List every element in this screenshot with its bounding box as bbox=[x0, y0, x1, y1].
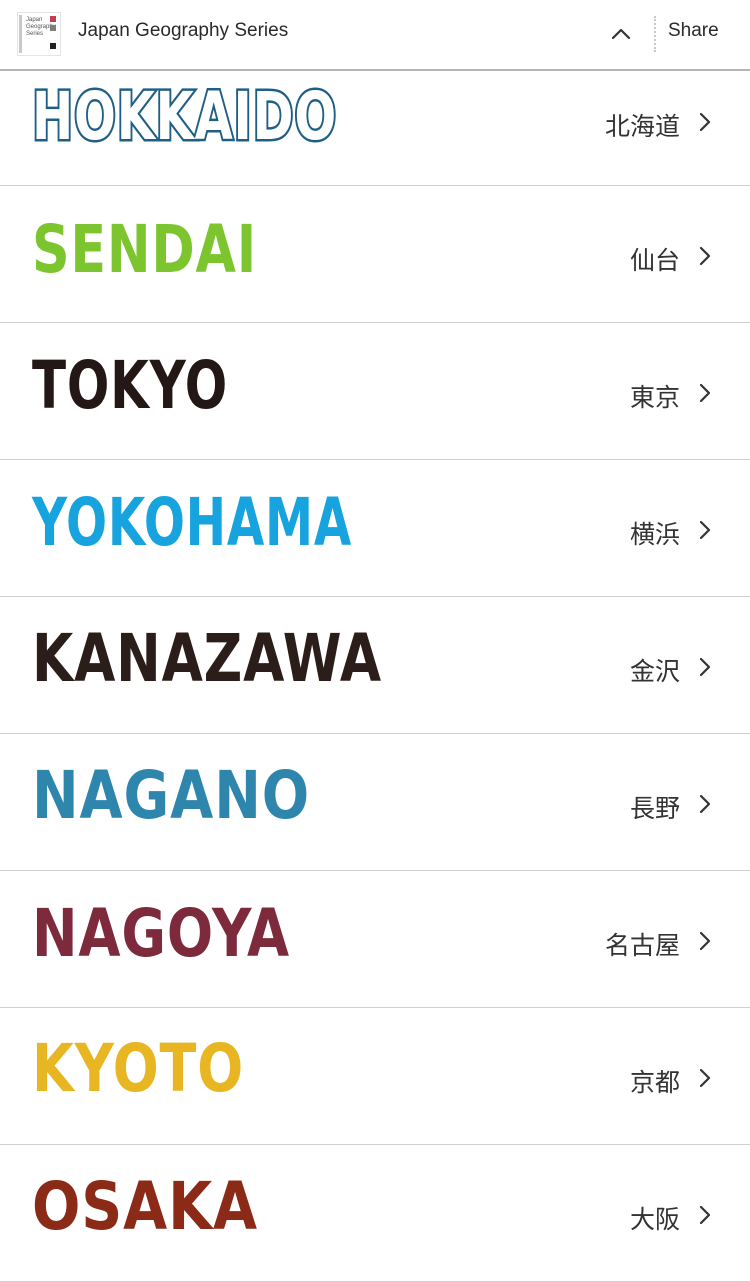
collapse-button[interactable] bbox=[606, 19, 636, 49]
city-name-japanese: 金沢 bbox=[629, 657, 680, 686]
page-title: Japan Geography Series bbox=[78, 20, 289, 41]
city-logo: YOKOHAMA bbox=[32, 490, 469, 556]
list-item-nagano[interactable]: NAGANO 長野 bbox=[0, 734, 750, 871]
list-item-osaka[interactable]: OSAKA 大阪 bbox=[0, 1145, 750, 1282]
list-item-sendai[interactable]: SENDAI 仙台 bbox=[0, 186, 750, 323]
chevron-right-icon bbox=[699, 1068, 711, 1088]
city-name-japanese: 横浜 bbox=[629, 520, 680, 549]
city-logo-text: NAGOYA bbox=[32, 895, 290, 972]
chevron-right-icon bbox=[699, 657, 711, 677]
chevron-right-icon bbox=[699, 931, 711, 951]
city-logo: KANAZAWA bbox=[32, 626, 465, 692]
city-name-japanese: 仙台 bbox=[629, 246, 680, 275]
chevron-right-icon bbox=[699, 246, 711, 266]
thumbnail-bar bbox=[19, 15, 22, 53]
city-logo: OSAKA bbox=[32, 1174, 294, 1240]
list-item-kyoto[interactable]: KYOTO 京都 bbox=[0, 1008, 750, 1145]
list-item-yokohama[interactable]: YOKOHAMA 横浜 bbox=[0, 460, 750, 597]
city-logo-text: OSAKA bbox=[32, 1168, 258, 1245]
city-logo-text: NAGANO bbox=[32, 757, 310, 834]
city-name-japanese: 京都 bbox=[629, 1068, 680, 1097]
share-button[interactable]: Share bbox=[668, 20, 719, 42]
city-logo: KYOTO bbox=[32, 1036, 291, 1102]
region-list: HOKKAIDO 北海道 SENDAI 仙台 TOKYO 東京 YOKOHAMA 横浜 KANA… bbox=[0, 71, 750, 1282]
app-header: Japan Geography Series Japan Geography S… bbox=[0, 0, 750, 71]
city-logo: NAGOYA bbox=[32, 901, 345, 967]
thumbnail-text-line-3: Series bbox=[26, 31, 44, 37]
city-logo-text: SENDAI bbox=[32, 211, 257, 288]
city-logo: TOKYO bbox=[32, 353, 291, 419]
list-item-nagoya[interactable]: NAGOYA 名古屋 bbox=[0, 871, 750, 1008]
list-item-tokyo[interactable]: TOKYO 東京 bbox=[0, 323, 750, 460]
thumbnail-swatch bbox=[50, 16, 56, 22]
chevron-up-icon bbox=[611, 28, 631, 40]
city-logo: NAGANO bbox=[32, 763, 361, 829]
list-item-kanazawa[interactable]: KANAZAWA 金沢 bbox=[0, 597, 750, 734]
city-name-japanese: 北海道 bbox=[604, 112, 680, 141]
thumbnail-text-line-1: Japan bbox=[26, 17, 43, 23]
city-logo: SENDAI bbox=[32, 217, 316, 283]
city-name-japanese: 長野 bbox=[629, 794, 680, 823]
city-logo-text: KANAZAWA bbox=[32, 620, 382, 697]
list-item-hokkaido[interactable]: HOKKAIDO 北海道 bbox=[0, 71, 750, 186]
thumbnail-swatch bbox=[50, 43, 56, 49]
city-logo-text: YOKOHAMA bbox=[32, 484, 352, 561]
thumbnail-swatch bbox=[50, 25, 56, 31]
city-logo: HOKKAIDO bbox=[30, 78, 440, 155]
city-logo-text: HOKKAIDO bbox=[30, 78, 338, 155]
city-name-japanese: 名古屋 bbox=[604, 931, 680, 960]
header-divider bbox=[654, 16, 656, 52]
city-logo-text: TOKYO bbox=[32, 347, 228, 424]
chevron-right-icon bbox=[699, 520, 711, 540]
chevron-right-icon bbox=[699, 112, 711, 132]
city-name-japanese: 大阪 bbox=[629, 1205, 680, 1234]
chevron-right-icon bbox=[699, 383, 711, 403]
city-name-japanese: 東京 bbox=[629, 383, 680, 412]
chevron-right-icon bbox=[699, 794, 711, 814]
chevron-right-icon bbox=[699, 1205, 711, 1225]
city-logo-text: KYOTO bbox=[32, 1030, 244, 1107]
series-thumbnail[interactable]: Japan Geography Series bbox=[17, 12, 61, 56]
